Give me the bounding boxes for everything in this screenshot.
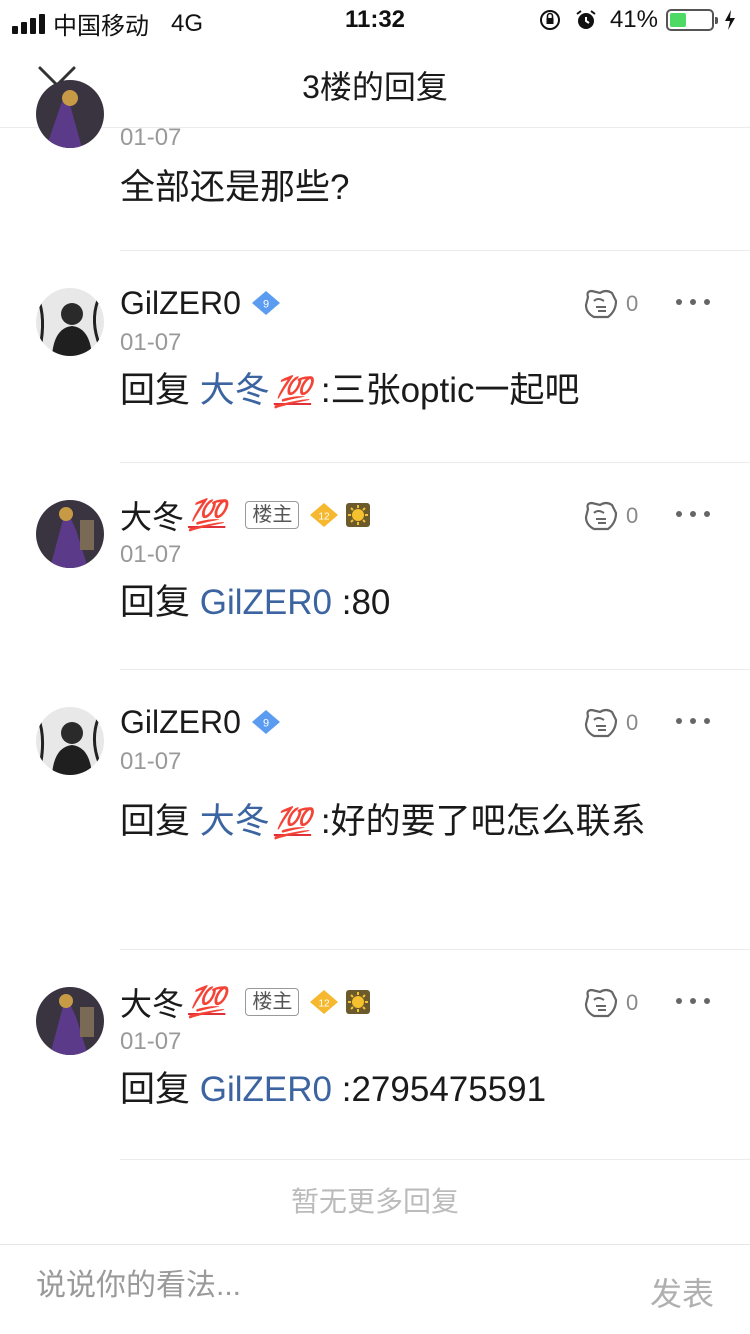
reply-target-link[interactable]: 大冬 💯 (200, 371, 311, 410)
reply-date: 01-07 (120, 124, 182, 151)
battery-level (670, 13, 687, 27)
level-diamond-icon: 9 (251, 710, 280, 734)
like-icon (584, 501, 618, 531)
user-name[interactable]: 大冬 (120, 979, 184, 1025)
rotation-lock-icon (539, 10, 560, 30)
comment-input[interactable] (36, 1269, 596, 1303)
reply-target-link[interactable]: GilZER0 (200, 583, 332, 622)
more-options-button[interactable] (676, 297, 710, 307)
name-row: GilZER0 9 (120, 283, 281, 323)
battery-icon (666, 9, 718, 31)
battery-percent: 41% (609, 6, 658, 33)
reply-item: 大冬 💯 楼主 12 01-07 0 回复 GilZER0 :279547559… (0, 950, 750, 1160)
user-name[interactable]: 大冬 (120, 492, 184, 538)
like-button[interactable]: 0 (582, 706, 638, 740)
reply-list: 01-07 全部还是那些? GilZER0 9 01-07 0 回复 大冬 💯 :… (0, 80, 750, 1160)
level-diamond-icon: 12 (310, 990, 339, 1014)
like-count: 0 (626, 291, 639, 316)
no-more-replies: 暂无更多回复 (290, 1186, 459, 1217)
like-button[interactable]: 0 (582, 499, 638, 533)
reply-content: 回复 大冬 💯 :三张optic一起吧 (120, 371, 580, 410)
reply-item: 01-07 全部还是那些? (0, 80, 750, 251)
avatar[interactable] (36, 500, 104, 568)
user-name[interactable]: GilZER0 (120, 704, 241, 741)
like-icon (584, 289, 618, 319)
charging-icon (725, 10, 735, 30)
name-row: GilZER0 9 (120, 702, 281, 742)
sun-badge-icon (346, 990, 371, 1014)
reply-content: 回复 大冬 💯 :好的要了吧怎么联系 (120, 802, 646, 841)
reply-target-link[interactable]: 大冬 💯 (200, 802, 311, 841)
more-options-button[interactable] (676, 996, 710, 1006)
reply-date: 01-07 (120, 748, 182, 775)
reply-item: 大冬 💯 楼主 12 01-07 0 回复 GilZER0 :80 (0, 463, 750, 670)
emoji-100-icon: 💯 (188, 498, 226, 532)
reply-content: 回复 GilZER0 :80 (120, 583, 391, 622)
reply-target-link[interactable]: GilZER0 (200, 1070, 332, 1109)
alarm-icon (576, 10, 596, 29)
reply-content: 回复 GilZER0 :2795475591 (120, 1070, 547, 1109)
emoji-100-icon: 💯 (188, 985, 226, 1019)
divider (120, 1159, 750, 1160)
more-options-button[interactable] (676, 716, 710, 726)
user-name[interactable]: GilZER0 (120, 285, 241, 322)
like-count: 0 (626, 990, 639, 1015)
owner-tag: 楼主 (245, 988, 300, 1016)
svg-text:12: 12 (319, 512, 331, 523)
reply-date: 01-07 (120, 329, 182, 356)
avatar[interactable] (36, 987, 104, 1055)
nav-bar: 3楼的回复 (0, 40, 750, 128)
name-row: 大冬 💯 楼主 12 (120, 495, 371, 535)
page-title: 3楼的回复 (302, 69, 448, 105)
like-icon (584, 988, 618, 1018)
like-button[interactable]: 0 (582, 287, 638, 321)
level-diamond-icon: 9 (251, 291, 280, 315)
reply-content: 全部还是那些? (120, 168, 350, 207)
svg-text:9: 9 (263, 299, 269, 311)
like-count: 0 (626, 710, 639, 735)
avatar[interactable] (36, 288, 104, 356)
like-icon (584, 708, 618, 738)
name-row: 大冬 💯 楼主 12 (120, 982, 371, 1022)
reply-item: GilZER0 9 01-07 0 回复 大冬 💯 :三张optic一起吧 (0, 251, 750, 463)
svg-text:9: 9 (263, 718, 269, 730)
avatar[interactable] (36, 707, 104, 775)
owner-tag: 楼主 (245, 501, 300, 529)
reply-item: GilZER0 9 01-07 0 回复 大冬 💯 :好的要了吧怎么联系 (0, 670, 750, 950)
like-count: 0 (626, 503, 639, 528)
level-diamond-icon: 12 (310, 503, 339, 527)
sun-badge-icon (346, 503, 371, 527)
svg-text:12: 12 (319, 999, 331, 1010)
avatar[interactable] (36, 80, 104, 148)
status-bar: 中国移动 4G 11:32 41% (0, 0, 750, 40)
status-bar-right: 41% (538, 6, 736, 34)
send-button[interactable]: 发表 (650, 1269, 714, 1315)
comment-bar: 发表 (0, 1244, 750, 1334)
reply-date: 01-07 (120, 1028, 182, 1055)
more-options-button[interactable] (676, 509, 710, 519)
like-button[interactable]: 0 (582, 986, 638, 1020)
reply-date: 01-07 (120, 541, 182, 568)
